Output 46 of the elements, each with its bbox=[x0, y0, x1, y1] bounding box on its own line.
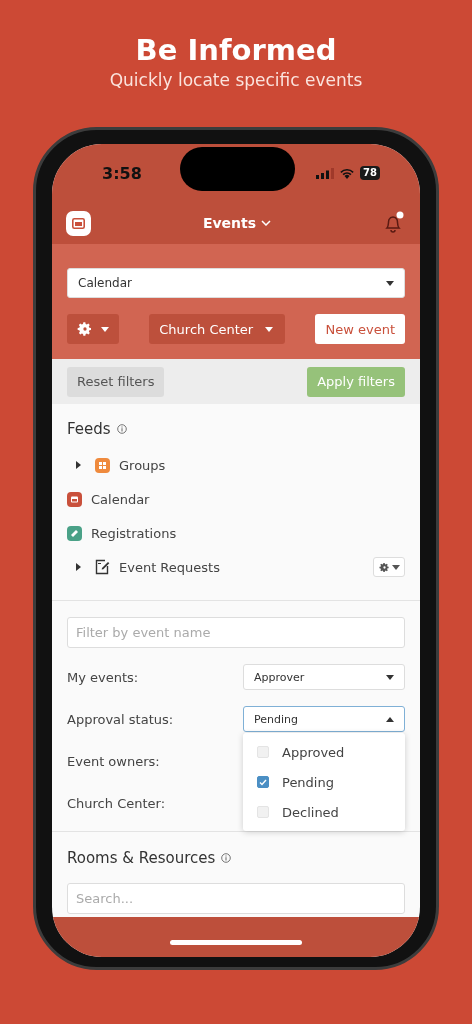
church-center-button[interactable]: Church Center bbox=[149, 314, 286, 344]
section-title: Rooms & Resources bbox=[67, 849, 216, 867]
calendar-app-icon bbox=[67, 491, 82, 507]
filter-label: Church Center: bbox=[67, 795, 166, 811]
events-menu[interactable]: Events bbox=[202, 215, 272, 231]
filter-label: My events: bbox=[67, 669, 139, 685]
signal-icon bbox=[316, 167, 335, 179]
status-option[interactable]: Pending bbox=[243, 767, 405, 797]
filter-label: Event owners: bbox=[67, 753, 160, 769]
feed-item[interactable]: Groups bbox=[67, 448, 405, 482]
section-title: Feeds bbox=[67, 420, 111, 438]
caret-icon bbox=[391, 564, 400, 570]
feed-item[interactable]: Registrations bbox=[67, 516, 405, 550]
settings-button[interactable] bbox=[67, 314, 119, 344]
caret-icon bbox=[386, 716, 394, 722]
filter-select[interactable]: Approver bbox=[243, 664, 405, 690]
event-name-field[interactable]: Filter by event name bbox=[67, 617, 405, 648]
feed-item[interactable]: Event Requests bbox=[67, 550, 405, 584]
subheadline: Quickly locate specific events bbox=[109, 69, 363, 92]
feed-item[interactable]: Calendar bbox=[67, 482, 405, 516]
settings-icon bbox=[77, 321, 93, 337]
caret-icon bbox=[101, 326, 109, 332]
search-field[interactable]: Search... bbox=[67, 883, 405, 914]
battery-level: 78 bbox=[360, 166, 380, 180]
groups-app-icon bbox=[95, 457, 110, 473]
caret-icon bbox=[265, 326, 274, 332]
caret-icon bbox=[386, 674, 394, 680]
wifi-icon bbox=[339, 167, 356, 179]
checkbox[interactable] bbox=[257, 776, 269, 788]
feed-settings-button[interactable] bbox=[373, 557, 405, 577]
info-icon bbox=[221, 853, 232, 863]
status-option[interactable]: Approved bbox=[243, 737, 405, 767]
reset-filters-button[interactable]: Reset filters bbox=[67, 366, 165, 397]
filter-select[interactable]: Pending bbox=[243, 706, 405, 732]
calendar-select[interactable]: Calendar bbox=[67, 268, 405, 298]
status-option[interactable]: Declined bbox=[243, 797, 405, 827]
chevron-down-icon bbox=[261, 220, 272, 226]
new-event-button[interactable]: New event bbox=[315, 314, 405, 344]
info-icon bbox=[116, 424, 127, 434]
form-edit-icon bbox=[95, 559, 110, 575]
headline: Be Informed bbox=[135, 32, 337, 69]
caret-icon bbox=[386, 280, 394, 286]
filter-label: Approval status: bbox=[67, 711, 174, 727]
app-icon[interactable] bbox=[66, 210, 91, 236]
status-time: 3:58 bbox=[102, 163, 142, 183]
registrations-app-icon bbox=[67, 525, 82, 541]
